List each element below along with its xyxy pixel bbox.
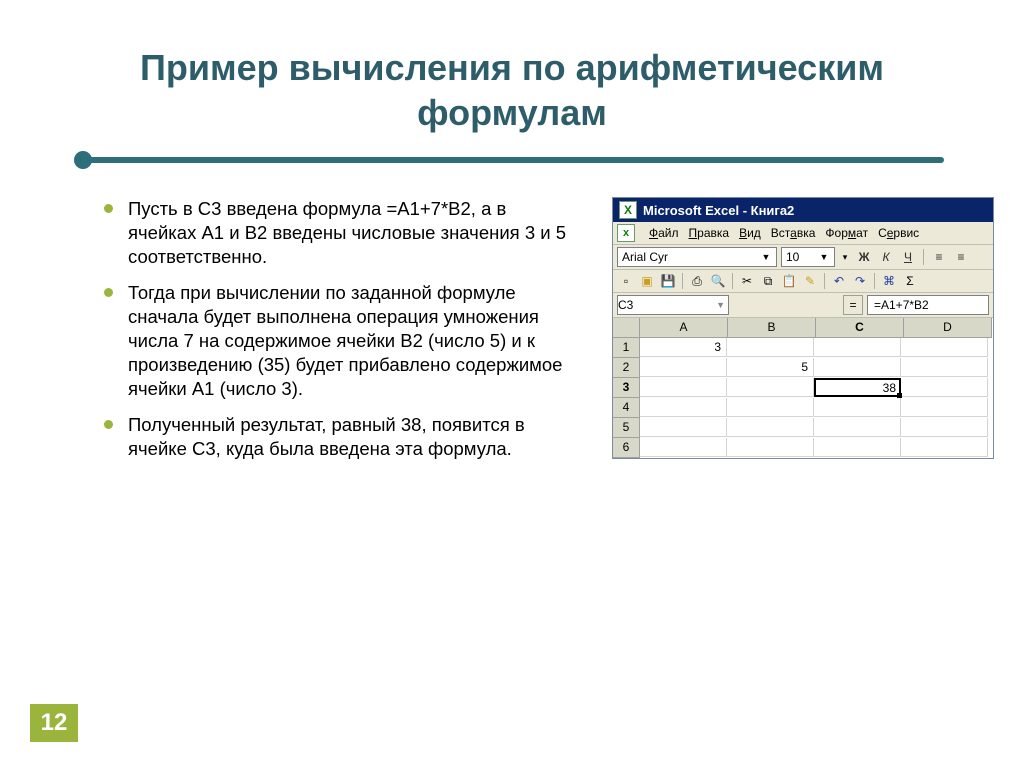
name-box[interactable]: C3 ▼	[617, 295, 729, 315]
new-icon[interactable]: ▫	[617, 272, 635, 290]
spreadsheet-grid[interactable]: A B C D 1 3 2 5	[613, 318, 993, 458]
menu-tools[interactable]: Сервис	[878, 226, 919, 240]
font-name: Arial Cyr	[622, 250, 668, 264]
sum-icon[interactable]: Σ	[901, 272, 919, 290]
slide-title: Пример вычисления по арифметическим форм…	[0, 0, 1024, 135]
sheet-icon: x	[617, 224, 635, 242]
align-left-icon[interactable]: ≡	[930, 248, 948, 266]
title-underline	[80, 153, 944, 169]
cell-b6[interactable]	[727, 438, 814, 457]
formula-text: =A1+7*B2	[874, 298, 929, 312]
equals-button[interactable]: =	[843, 295, 863, 315]
row-header-2[interactable]: 2	[613, 358, 640, 378]
cell-c5[interactable]	[814, 418, 901, 437]
preview-icon[interactable]: 🔍	[709, 272, 727, 290]
cell-a3[interactable]	[640, 378, 727, 397]
bullet-list: Пусть в С3 введена формула =А1+7*В2, а в…	[100, 197, 576, 461]
cell-b3[interactable]	[727, 378, 814, 397]
cell-d6[interactable]	[901, 438, 988, 457]
menu-insert[interactable]: Вставка	[771, 226, 816, 240]
bullet-item: Полученный результат, равный 38, появитс…	[100, 413, 576, 461]
undo-icon[interactable]: ↶	[830, 272, 848, 290]
italic-button[interactable]: К	[877, 248, 895, 266]
row-header-3[interactable]: 3	[613, 378, 640, 398]
cell-b1[interactable]	[727, 338, 814, 357]
cell-c3[interactable]: 38	[814, 378, 901, 397]
bold-button[interactable]: Ж	[855, 248, 873, 266]
row-header-1[interactable]: 1	[613, 338, 640, 358]
paste-icon[interactable]: 📋	[780, 272, 798, 290]
cell-b4[interactable]	[727, 398, 814, 417]
format-toolbar: Arial Cyr ▼ 10 ▼ ▾ Ж К Ч ≡ ≡	[613, 245, 993, 270]
excel-titlebar: X Microsoft Excel - Книга2	[613, 198, 993, 222]
menu-view[interactable]: Вид	[739, 226, 761, 240]
cell-a5[interactable]	[640, 418, 727, 437]
row-header-6[interactable]: 6	[613, 438, 640, 458]
menu-format[interactable]: Формат	[825, 226, 868, 240]
excel-menubar: x Файл Правка Вид Вставка Формат Сервис	[613, 222, 993, 245]
excel-window: X Microsoft Excel - Книга2 x Файл Правка…	[612, 197, 994, 459]
format-painter-icon[interactable]: ✎	[801, 272, 819, 290]
dropdown-icon: ▼	[818, 252, 830, 262]
copy-icon[interactable]: ⧉	[759, 272, 777, 290]
cell-a2[interactable]	[640, 358, 727, 377]
underline-button[interactable]: Ч	[899, 248, 917, 266]
row-header-4[interactable]: 4	[613, 398, 640, 418]
col-header-b[interactable]: B	[728, 318, 816, 338]
open-icon[interactable]: ▣	[638, 272, 656, 290]
cell-d5[interactable]	[901, 418, 988, 437]
menu-edit[interactable]: Правка	[689, 226, 730, 240]
cell-b2[interactable]: 5	[727, 358, 814, 377]
cell-c4[interactable]	[814, 398, 901, 417]
dropdown-icon: ▼	[716, 300, 728, 310]
cell-b5[interactable]	[727, 418, 814, 437]
cell-c2[interactable]	[814, 358, 901, 377]
formula-bar: C3 ▼ = =A1+7*B2	[613, 293, 993, 318]
dropdown-icon: ▼	[760, 252, 772, 262]
cell-d2[interactable]	[901, 358, 988, 377]
formula-input[interactable]: =A1+7*B2	[867, 295, 989, 315]
page-number: 12	[30, 704, 78, 742]
font-size-selector[interactable]: 10 ▼	[781, 247, 835, 267]
font-size: 10	[786, 250, 799, 264]
corner-cell[interactable]	[613, 318, 640, 338]
link-icon[interactable]: ⌘	[880, 272, 898, 290]
row-header-5[interactable]: 5	[613, 418, 640, 438]
cell-c6[interactable]	[814, 438, 901, 457]
font-selector[interactable]: Arial Cyr ▼	[617, 247, 777, 267]
excel-icon: X	[619, 201, 637, 219]
standard-toolbar: ▫ ▣ 💾 ⎙ 🔍 ✂ ⧉ 📋 ✎ ↶ ↷ ⌘ Σ	[613, 270, 993, 293]
active-cell-name: C3	[618, 298, 633, 312]
print-icon[interactable]: ⎙	[688, 272, 706, 290]
col-header-c[interactable]: C	[816, 318, 904, 338]
menu-file[interactable]: Файл	[649, 226, 679, 240]
cell-d3[interactable]	[901, 378, 988, 397]
cell-a1[interactable]: 3	[640, 338, 727, 357]
cell-d1[interactable]	[901, 338, 988, 357]
cell-c1[interactable]	[814, 338, 901, 357]
cell-d4[interactable]	[901, 398, 988, 417]
bullet-item: Пусть в С3 введена формула =А1+7*В2, а в…	[100, 197, 576, 269]
save-icon[interactable]: 💾	[659, 272, 677, 290]
dropdown-icon: ▾	[839, 252, 851, 263]
cell-a4[interactable]	[640, 398, 727, 417]
cell-a6[interactable]	[640, 438, 727, 457]
excel-title: Microsoft Excel - Книга2	[643, 203, 794, 218]
align-center-icon[interactable]: ≡	[952, 248, 970, 266]
col-header-d[interactable]: D	[904, 318, 992, 338]
redo-icon[interactable]: ↷	[851, 272, 869, 290]
cut-icon[interactable]: ✂	[738, 272, 756, 290]
bullet-item: Тогда при вычислении по заданной формуле…	[100, 281, 576, 401]
col-header-a[interactable]: A	[640, 318, 728, 338]
